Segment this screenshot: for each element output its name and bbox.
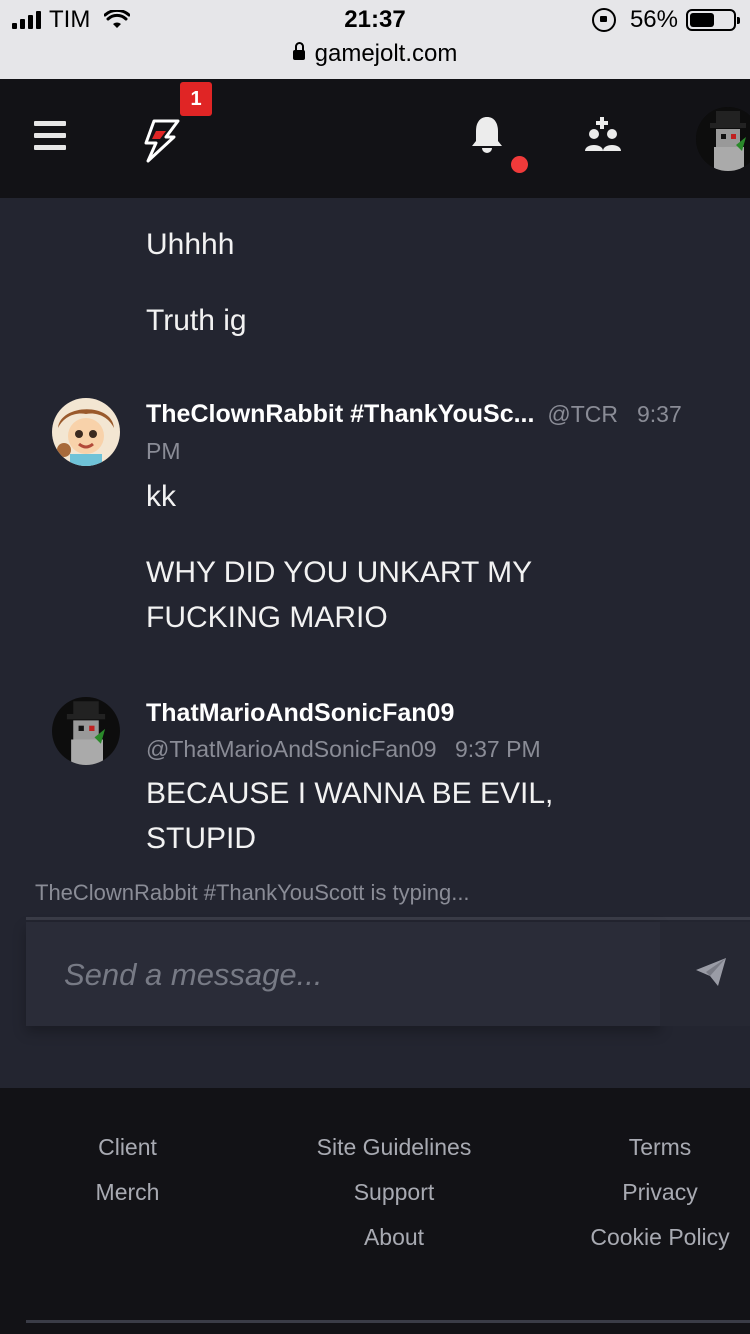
battery-status: 56%	[591, 6, 740, 34]
rotation-lock-icon	[591, 8, 616, 32]
url-text: gamejolt.com	[314, 40, 458, 67]
message-time: 9:37	[636, 401, 682, 427]
message-time-suffix: PM	[146, 438, 181, 464]
menu-icon[interactable]	[34, 121, 66, 157]
message-text: STUPID	[146, 822, 257, 855]
footer-link-terms[interactable]: Terms	[580, 1134, 740, 1161]
message-text: WHY DID YOU UNKART MY	[146, 556, 533, 589]
gamejolt-logo[interactable]	[140, 119, 180, 163]
top-navigation: 1	[0, 79, 750, 198]
author-name[interactable]: TheClownRabbit #ThankYouSc...	[146, 400, 534, 428]
user-avatar[interactable]	[696, 107, 750, 171]
robot-avatar-icon	[52, 697, 120, 765]
send-icon	[696, 958, 726, 986]
footer-link-site-guidelines[interactable]: Site Guidelines	[290, 1134, 498, 1161]
message-meta: @ThatMarioAndSonicFan09 9:37 PM	[146, 736, 541, 763]
message-input[interactable]	[62, 952, 626, 998]
message-time: 9:37 PM	[454, 736, 541, 762]
author-handle[interactable]: @TCR	[547, 401, 618, 427]
footer: Client Merch Site Guidelines Support Abo…	[0, 1088, 750, 1334]
message-text: FUCKING MARIO	[146, 601, 388, 634]
lock-icon	[292, 42, 305, 60]
message-author: TheClownRabbit #ThankYouSc... @TCR 9:37	[146, 400, 726, 429]
unread-dot	[511, 156, 528, 173]
message-text: BECAUSE I WANNA BE EVIL,	[146, 777, 554, 810]
author-avatar[interactable]	[52, 398, 120, 466]
cartoon-boy-avatar-icon	[52, 398, 120, 466]
author-handle[interactable]: @ThatMarioAndSonicFan09	[146, 736, 437, 762]
footer-divider	[26, 1320, 750, 1323]
notification-badge: 1	[180, 82, 212, 116]
friends-icon[interactable]	[583, 117, 623, 153]
send-button[interactable]	[660, 922, 750, 1026]
message-text: Uhhhh	[146, 228, 235, 261]
bell-icon[interactable]	[470, 115, 504, 155]
message-text: Truth ig	[146, 304, 247, 337]
battery-percent: 56%	[629, 6, 678, 33]
battery-icon	[686, 9, 740, 31]
footer-link-support[interactable]: Support	[290, 1179, 498, 1206]
footer-link-about[interactable]: About	[290, 1224, 498, 1251]
typing-indicator: TheClownRabbit #ThankYouScott is typing.…	[35, 880, 470, 905]
divider	[26, 917, 750, 920]
address-bar[interactable]: gamejolt.com	[0, 40, 750, 68]
message-text: kk	[146, 480, 176, 513]
footer-link-merch[interactable]: Merch	[60, 1179, 195, 1206]
footer-link-privacy[interactable]: Privacy	[580, 1179, 740, 1206]
footer-link-cookie-policy[interactable]: Cookie Policy	[580, 1224, 740, 1251]
footer-link-client[interactable]: Client	[60, 1134, 195, 1161]
author-avatar[interactable]	[52, 697, 120, 765]
status-bar: TIM 21:37 gamejolt.com 56%	[0, 0, 750, 79]
robot-avatar-icon	[696, 107, 750, 171]
message-composer	[26, 922, 660, 1026]
author-name[interactable]: ThatMarioAndSonicFan09	[146, 699, 454, 728]
